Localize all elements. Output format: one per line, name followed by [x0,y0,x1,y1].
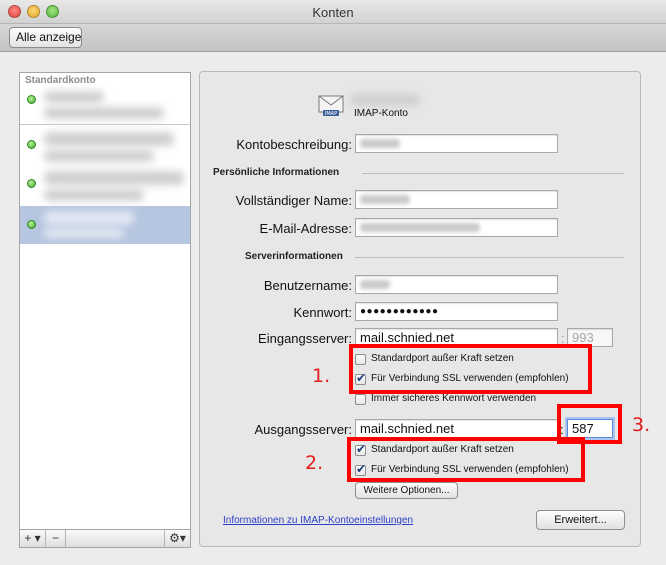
online-status-icon [27,95,36,104]
imap-settings-info-link[interactable]: Informationen zu IMAP-Kontoeinstellungen [223,515,413,526]
email-field[interactable] [355,218,558,237]
svg-text:IMAP: IMAP [325,111,337,117]
password-label: Kennwort: [293,305,352,320]
email-label: E-Mail-Adresse: [259,221,352,236]
redacted-account-detail [44,189,144,201]
section-divider [355,257,624,258]
redacted-account-detail [44,150,154,162]
gear-menu-button[interactable]: ⚙▾ [164,530,190,547]
section-divider [20,124,190,125]
personal-info-heading: Persönliche Informationen [213,167,340,178]
description-label: Kontobeschreibung: [236,137,352,152]
annotation-box-1 [349,344,592,394]
server-info-heading: Serverinformationen [245,251,343,262]
password-field[interactable]: ●●●●●●●●●●●● [355,302,558,321]
redacted-account-name [44,211,134,225]
redacted-account-name [44,91,104,103]
more-options-button[interactable]: Weitere Optionen... [355,482,458,499]
redacted-account-detail [44,107,164,119]
window-title: Konten [312,5,354,20]
online-status-icon [27,220,36,229]
online-status-icon [27,140,36,149]
account-list-toolbar: + ▾ − ⚙▾ [20,529,190,547]
remove-account-button[interactable]: − [46,530,66,547]
show-all-button[interactable]: Alle anzeigen [9,27,82,48]
mail-envelope-icon: IMAP [318,95,344,117]
username-label: Benutzername: [263,278,352,293]
account-list: Standardkonto + ▾ − ⚙▾ [19,72,191,548]
account-item[interactable] [20,128,190,166]
full-name-field[interactable] [355,190,558,209]
account-item[interactable] [20,87,190,124]
account-type-label: IMAP-Konto [354,108,408,119]
section-divider [362,173,624,174]
outgoing-server-field[interactable]: mail.schnied.net [355,419,558,438]
redacted-account-title [350,94,420,106]
account-item-selected[interactable] [20,206,190,244]
advanced-button[interactable]: Erweitert... [536,510,625,530]
full-name-label: Vollständiger Name: [235,193,352,208]
toolbar: Alle anzeigen [0,24,666,52]
incoming-server-label: Eingangsserver: [258,331,352,346]
annotation-box-2 [347,437,585,482]
checkbox[interactable] [355,394,366,405]
annotation-number-1: 1. [312,365,331,387]
annotation-number-3: 3. [632,414,651,436]
redacted-account-name [44,132,174,146]
description-field[interactable] [355,134,558,153]
redacted-account-detail [44,228,124,238]
secure-password-checkbox[interactable]: Immer sicheres Kennwort verwenden [355,393,585,407]
online-status-icon [27,179,36,188]
account-item[interactable] [20,167,190,205]
default-account-header: Standardkonto [25,75,96,86]
username-field[interactable] [355,275,558,294]
outgoing-server-label: Ausgangsserver: [254,422,352,437]
add-account-button[interactable]: + ▾ [20,530,46,547]
annotation-number-2: 2. [305,452,324,474]
title-bar: Konten [0,0,666,24]
redacted-account-name [44,171,184,185]
